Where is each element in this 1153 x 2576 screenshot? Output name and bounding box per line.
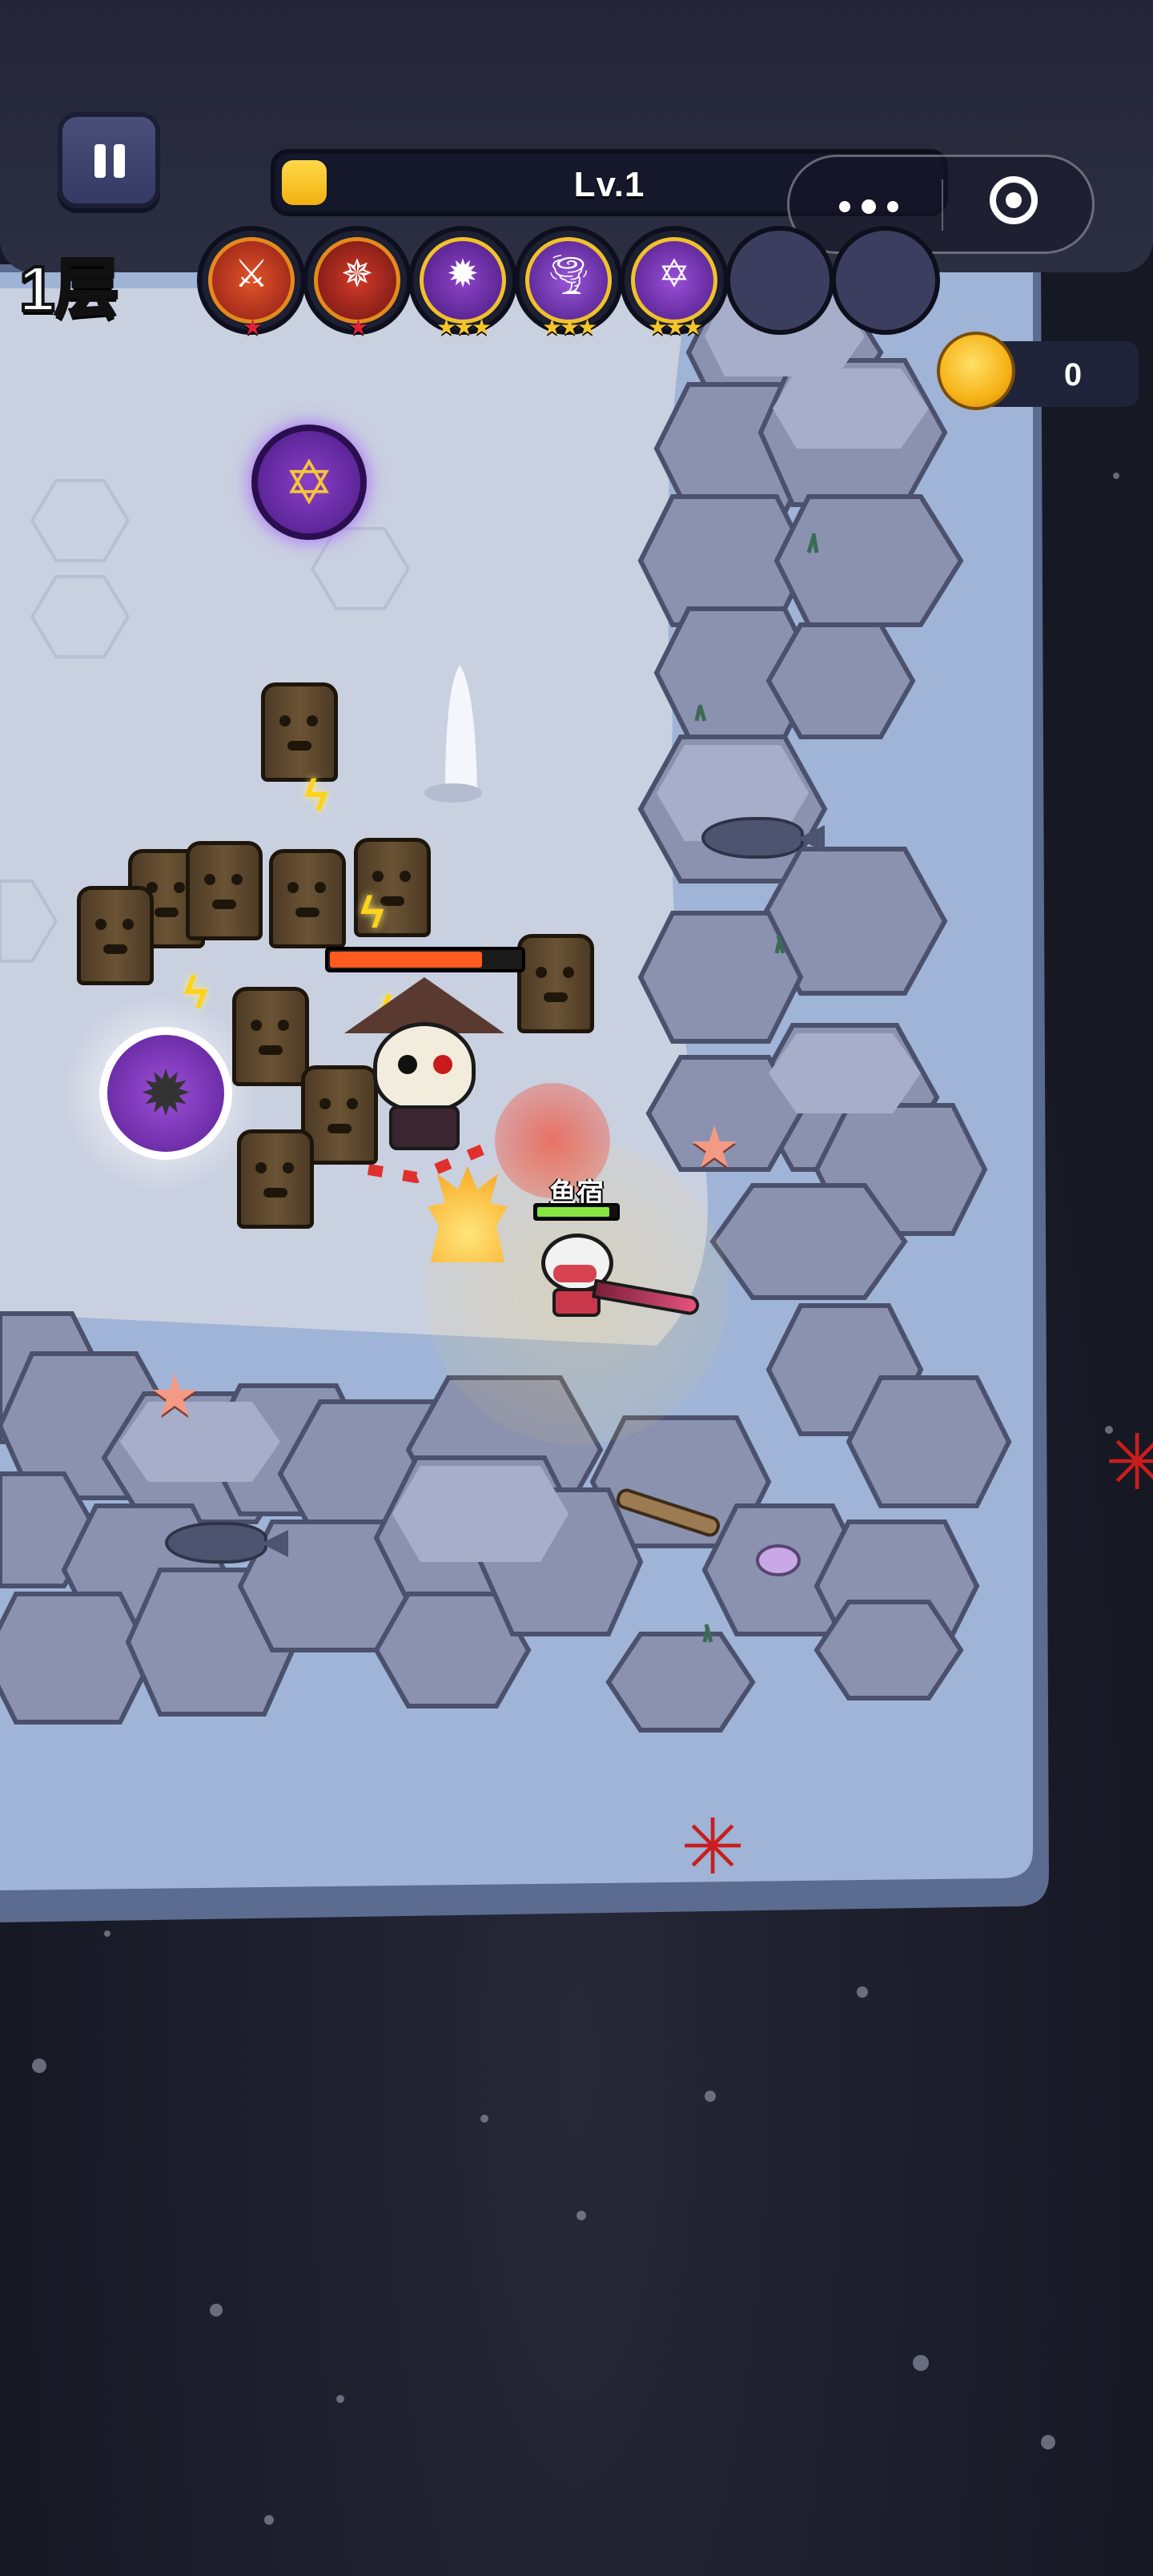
tree-stump-enemy xyxy=(77,886,154,985)
skill-glyph: ✡ xyxy=(657,253,691,296)
star xyxy=(336,2395,344,2403)
coin-value: 0 xyxy=(1063,357,1083,392)
boss-body xyxy=(389,1105,460,1150)
target-icon-core xyxy=(1006,192,1022,208)
hexagram-icon: ✡ xyxy=(283,449,335,517)
red-spiderweb-hazard: ✳ xyxy=(1105,1420,1153,1506)
mini-program-capsule xyxy=(787,155,1095,254)
tree-stump-enemy xyxy=(186,841,263,940)
spiked-mace-orb: ✹ xyxy=(99,1027,232,1160)
star xyxy=(705,2091,716,2102)
tree-stump-enemy xyxy=(232,987,309,1086)
more-dot-icon xyxy=(839,201,850,212)
empty-skill-slot xyxy=(831,226,940,335)
close-target-button[interactable] xyxy=(943,157,1092,252)
tree-stump-enemy xyxy=(237,1129,314,1229)
starfish-decoration: ★ xyxy=(149,1364,201,1428)
skill-star-rating: ★ xyxy=(348,315,368,340)
skill-star-rating: ★★★ xyxy=(541,315,597,340)
player-health-fill xyxy=(537,1207,610,1217)
star xyxy=(857,1986,868,1998)
flame-spirit-pet xyxy=(420,1158,516,1278)
skull-head xyxy=(373,1022,476,1112)
tree-stump-enemy xyxy=(261,682,338,782)
spiked-mace-skill-icon: ✹ ★★★ xyxy=(408,226,517,340)
boss-health-fill xyxy=(330,952,483,968)
skill-star-rating: ★★★ xyxy=(436,315,492,340)
more-dot-icon xyxy=(862,199,876,214)
star xyxy=(210,2304,223,2316)
skill-glyph: 🌪 xyxy=(544,254,593,296)
pause-button[interactable] xyxy=(58,112,160,208)
dead-fish-decoration xyxy=(165,1522,267,1564)
tree-stump-enemy xyxy=(517,934,594,1033)
star xyxy=(264,2515,274,2525)
skill-glyph: ✵ xyxy=(340,253,374,296)
star xyxy=(32,2059,46,2073)
boss-health-bar xyxy=(325,947,525,972)
hexagram-skill-pickup[interactable]: ✡ xyxy=(251,425,367,540)
lightning-bolt-icon: ϟ xyxy=(184,967,208,1017)
dead-fish-decoration xyxy=(701,817,804,859)
player-health-bar xyxy=(533,1203,620,1221)
sword-flame-skill-icon: ⚔ ★ xyxy=(197,226,306,340)
spiked-ball-icon: ✹ xyxy=(139,1058,192,1129)
floor-label: 1层 xyxy=(18,252,120,326)
skill-glyph: ⚔ xyxy=(234,253,269,296)
tornado-skill-icon: 🌪 ★★★ xyxy=(514,226,623,340)
star xyxy=(576,2211,586,2220)
flame-body xyxy=(428,1166,508,1262)
star xyxy=(104,1930,110,1937)
skill-glyph: ✹ xyxy=(446,253,480,296)
skull-ronin-boss xyxy=(344,977,504,1153)
empty-skill-slot xyxy=(725,226,834,335)
skill-star-rating: ★★★ xyxy=(647,315,703,340)
lightning-bolt-icon: ϟ xyxy=(360,887,384,937)
player-character xyxy=(541,1229,618,1317)
gold-coin-icon xyxy=(937,332,1015,410)
hexagram-skill-icon: ✡ ★★★ xyxy=(620,226,729,340)
tree-stump-enemy xyxy=(269,849,346,948)
star xyxy=(1113,473,1119,479)
star xyxy=(913,2355,929,2371)
star xyxy=(1041,2435,1055,2449)
shuriken-skill-icon: ✵ ★ xyxy=(303,226,412,340)
lightning-bolt-icon: ϟ xyxy=(304,770,328,820)
more-dot-icon xyxy=(887,201,898,212)
skill-star-rating: ★ xyxy=(242,315,263,340)
star xyxy=(480,2115,488,2123)
starfish-decoration: ★ xyxy=(689,1116,741,1180)
red-spiderweb-hazard: ✳ xyxy=(681,1805,745,1890)
